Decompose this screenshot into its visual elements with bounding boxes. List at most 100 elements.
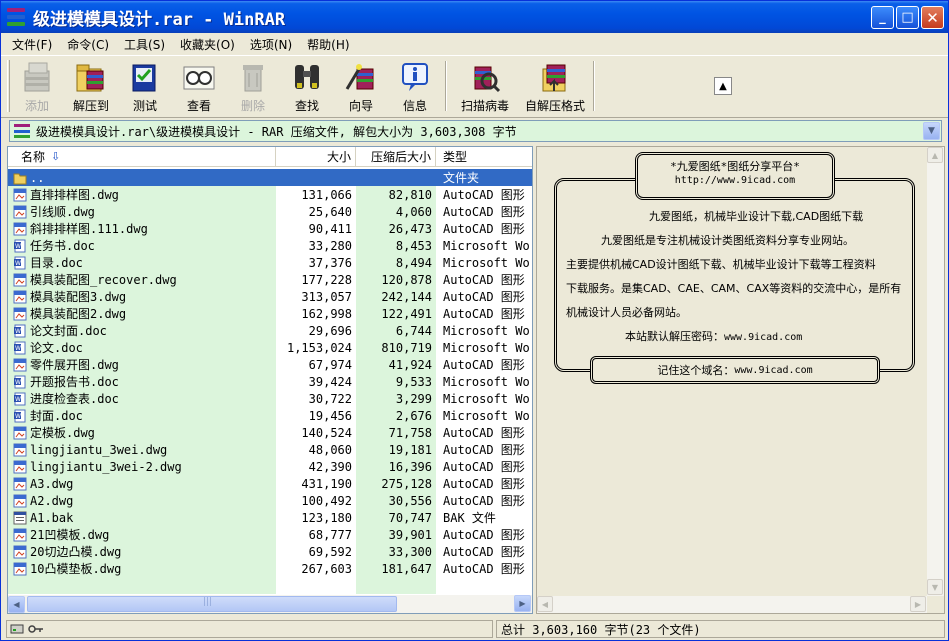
file-size: 267,603 [301, 561, 352, 576]
file-packed-size: 26,473 [388, 221, 432, 236]
file-row[interactable]: 21凹模板.dwg 68,777 39,901 AutoCAD 图形 [8, 526, 532, 543]
file-row[interactable]: W 进度检查表.doc 30,722 3,299 Microsoft Wo... [8, 390, 532, 407]
info-button[interactable]: 信息 [388, 56, 442, 114]
status-left [6, 620, 493, 638]
column-header-name[interactable]: 名称 ⇩ [8, 147, 276, 166]
file-size: 69,592 [308, 544, 352, 559]
file-size: 19,456 [308, 408, 352, 423]
file-type: BAK 文件 [443, 511, 496, 525]
file-row[interactable]: lingjiantu_3wei.dwg 48,060 19,181 AutoCAD 图… [8, 441, 532, 458]
menu-help[interactable]: 帮助(H) [300, 36, 357, 53]
arrow-down-icon: ▼ [931, 582, 939, 592]
arrow-right-icon: ▶ [519, 599, 526, 608]
menu-commands[interactable]: 命令(C) [60, 36, 117, 53]
sfx-button[interactable]: 自解压格式 [520, 56, 590, 114]
winrar-window: 级进模模具设计.rar - WinRAR _ □ ✕ 文件(F) 命令(C) 工… [0, 0, 949, 641]
file-row[interactable]: W 论文封面.doc 29,696 6,744 Microsoft Wo... [8, 322, 532, 339]
scroll-right-button[interactable]: ▶ [514, 595, 531, 612]
column-header-size[interactable]: 大小 [276, 147, 356, 166]
comment-scroll-down-button[interactable]: ▼ [927, 579, 943, 595]
test-button[interactable]: 测试 [118, 56, 172, 114]
comment-password: 本站默认解压密码：www.9icad.com [625, 328, 802, 344]
file-row[interactable]: W 目录.doc 37,376 8,494 Microsoft Wo... [8, 254, 532, 271]
comment-line-2: 九爱图纸是专注机械设计类图纸资料分享专业网站。 [601, 234, 854, 247]
horizontal-scrollbar[interactable]: ◀ ▶ [8, 595, 532, 613]
file-row[interactable]: A2.dwg 100,492 30,556 AutoCAD 图形 [8, 492, 532, 509]
file-row[interactable]: 引线顺.dwg 25,640 4,060 AutoCAD 图形 [8, 203, 532, 220]
file-row[interactable]: 模具装配图_recover.dwg 177,228 120,878 AutoCAD 图… [8, 271, 532, 288]
view-button[interactable]: 查看 [172, 56, 226, 114]
file-row[interactable]: 20切边凸模.dwg 69,592 33,300 AutoCAD 图形 [8, 543, 532, 560]
file-row[interactable]: A3.dwg 431,190 275,128 AutoCAD 图形 [8, 475, 532, 492]
menu-file[interactable]: 文件(F) [5, 36, 60, 53]
file-row[interactable]: 模具装配图3.dwg 313,057 242,144 AutoCAD 图形 [8, 288, 532, 305]
close-button[interactable]: ✕ [921, 6, 944, 29]
file-name: 模具装配图_recover.dwg [30, 273, 177, 287]
address-dropdown-button[interactable]: ▼ [923, 122, 940, 140]
column-header-packed[interactable]: 压缩后大小 [356, 147, 436, 166]
file-row[interactable]: A1.bak 123,180 70,747 BAK 文件 [8, 509, 532, 526]
file-row[interactable]: lingjiantu_3wei-2.dwg 42,390 16,396 AutoCAD… [8, 458, 532, 475]
file-packed-size: 30,556 [388, 493, 432, 508]
menu-bar: 文件(F) 命令(C) 工具(S) 收藏夹(O) 选项(N) 帮助(H) [1, 34, 948, 54]
scan-virus-button[interactable]: 扫描病毒 [450, 56, 520, 114]
comment-scroll-right-button[interactable]: ▶ [910, 596, 926, 612]
scroll-left-button[interactable]: ◀ [8, 595, 25, 613]
add-button[interactable]: 添加 [10, 56, 64, 114]
scroll-thumb[interactable] [27, 596, 397, 612]
comment-line-4: 下载服务。是集CAD、CAE、CAM、CAX等资料的交流中心，是所有 [566, 282, 902, 295]
title-bar[interactable]: 级进模模具设计.rar - WinRAR _ □ ✕ [1, 1, 948, 33]
comment-scroll-left-button[interactable]: ◀ [537, 596, 553, 612]
file-size: 68,777 [308, 527, 352, 542]
file-row[interactable]: 模具装配图2.dwg 162,998 122,491 AutoCAD 图形 [8, 305, 532, 322]
file-row[interactable]: 定模板.dwg 140,524 71,758 AutoCAD 图形 [8, 424, 532, 441]
sfx-label: 自解压格式 [524, 99, 585, 113]
file-type: Microsoft Wo... [443, 408, 532, 423]
file-row[interactable]: 零件展开图.dwg 67,974 41,924 AutoCAD 图形 [8, 356, 532, 373]
file-size: 30,722 [308, 391, 352, 406]
wizard-button[interactable]: 向导 [334, 56, 388, 114]
view-label: 查看 [186, 99, 211, 113]
file-row[interactable]: W 封面.doc 19,456 2,676 Microsoft Wo... [8, 407, 532, 424]
winrar-icon [7, 8, 25, 26]
file-type: AutoCAD 图形 [443, 562, 525, 576]
file-row[interactable]: W 任务书.doc 33,280 8,453 Microsoft Wo... [8, 237, 532, 254]
file-row[interactable]: .. 文件夹 [8, 169, 532, 186]
address-bar[interactable]: 级进模模具设计.rar\级进模模具设计 - RAR 压缩文件, 解包大小为 3,… [9, 120, 942, 142]
file-name: 封面.doc [30, 409, 83, 423]
sort-down-icon: ⇩ [51, 150, 61, 163]
find-button[interactable]: 查找 [280, 56, 334, 114]
comment-scroll-up-button[interactable]: ▲ [927, 147, 943, 163]
column-header-type[interactable]: 类型 [436, 147, 532, 166]
file-name: A2.dwg [30, 493, 74, 508]
menu-favorites[interactable]: 收藏夹(O) [173, 36, 243, 53]
up-folder-button[interactable]: ▲ [714, 77, 732, 95]
file-row[interactable]: W 论文.doc 1,153,024 810,719 Microsoft Wo... [8, 339, 532, 356]
file-name: 开题报告书.doc [30, 375, 119, 389]
file-name-cell: 21凹模板.dwg [8, 526, 276, 543]
extract-button[interactable]: 解压到 [64, 56, 118, 114]
file-type: AutoCAD 图形 [443, 460, 525, 474]
file-row[interactable]: 10凸模垫板.dwg 267,603 181,647 AutoCAD 图形 [8, 560, 532, 577]
maximize-button[interactable]: □ [896, 6, 919, 29]
status-bar: 总计 3,603,160 字节(23 个文件) [1, 617, 948, 640]
file-name-cell: 模具装配图2.dwg [8, 305, 276, 322]
file-size: 177,228 [301, 272, 352, 287]
delete-button[interactable]: 删除 [226, 56, 280, 114]
comment-vertical-scrollbar[interactable]: ▲ ▼ [927, 147, 944, 596]
file-type: AutoCAD 图形 [443, 222, 525, 236]
file-name: 零件展开图.dwg [30, 358, 119, 372]
file-type: AutoCAD 图形 [443, 358, 525, 372]
file-row[interactable]: W 开题报告书.doc 39,424 9,533 Microsoft Wo... [8, 373, 532, 390]
menu-tools[interactable]: 工具(S) [117, 36, 173, 53]
svg-text:W: W [15, 260, 21, 267]
file-name: 引线顺.dwg [30, 205, 95, 219]
status-total-text: 总计 3,603,160 字节(23 个文件) [501, 622, 701, 637]
menu-options[interactable]: 选项(N) [243, 36, 300, 53]
file-row[interactable]: 斜排排样图.111.dwg 90,411 26,473 AutoCAD 图形 [8, 220, 532, 237]
minimize-button[interactable]: _ [871, 6, 894, 29]
file-row[interactable]: 直排排样图.dwg 131,066 82,810 AutoCAD 图形 [8, 186, 532, 203]
drive-icon [10, 624, 24, 634]
column-name-label: 名称 [21, 150, 46, 164]
comment-horizontal-scrollbar[interactable]: ◀ ▶ [537, 596, 927, 613]
